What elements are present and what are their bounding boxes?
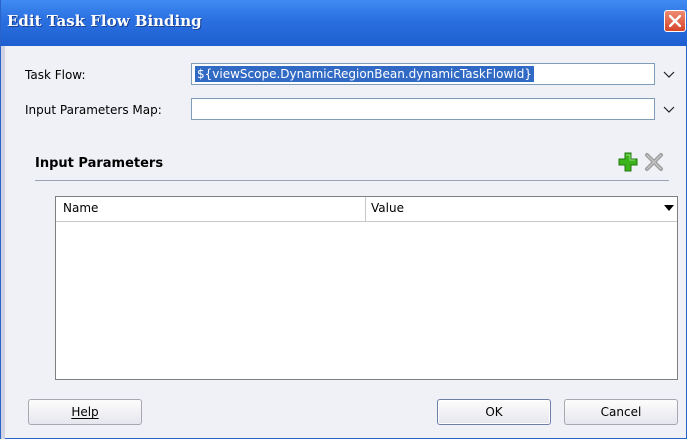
column-header-value[interactable]: Value bbox=[371, 201, 404, 215]
dialog-title: Edit Task Flow Binding bbox=[7, 12, 202, 30]
task-flow-label: Task Flow: bbox=[25, 68, 86, 82]
close-icon bbox=[669, 15, 681, 27]
input-parameters-map-label: Input Parameters Map: bbox=[25, 103, 162, 117]
edit-task-flow-binding-dialog: Edit Task Flow Binding Task Flow: ${view… bbox=[0, 0, 687, 439]
input-parameters-map-field[interactable] bbox=[191, 98, 655, 120]
task-flow-value: ${viewScope.DynamicRegionBean.dynamicTas… bbox=[195, 66, 535, 82]
task-flow-dropdown-chevron-icon[interactable] bbox=[663, 70, 675, 80]
ok-button[interactable]: OK bbox=[437, 399, 551, 425]
input-parameters-table[interactable]: Name Value bbox=[55, 196, 678, 380]
cancel-button[interactable]: Cancel bbox=[564, 399, 678, 425]
window-edge bbox=[1, 46, 5, 439]
column-separator[interactable] bbox=[365, 197, 366, 221]
section-divider bbox=[35, 180, 669, 181]
column-header-name[interactable]: Name bbox=[63, 201, 98, 215]
green-plus-icon bbox=[618, 152, 638, 172]
cancel-button-label: Cancel bbox=[600, 405, 642, 419]
help-button[interactable]: Help bbox=[28, 399, 142, 425]
delete-parameter-button[interactable] bbox=[644, 152, 664, 172]
gray-x-icon bbox=[645, 153, 663, 171]
input-parameters-map-dropdown-chevron-icon[interactable] bbox=[663, 105, 675, 115]
add-parameter-button[interactable] bbox=[618, 152, 638, 172]
close-button[interactable] bbox=[664, 10, 686, 32]
table-header: Name Value bbox=[56, 197, 677, 222]
title-bar[interactable]: Edit Task Flow Binding bbox=[1, 0, 687, 46]
input-parameters-heading: Input Parameters bbox=[35, 156, 164, 171]
help-button-label: Help bbox=[71, 405, 99, 419]
column-menu-arrow-icon[interactable] bbox=[664, 205, 674, 211]
ok-button-label: OK bbox=[485, 405, 503, 419]
task-flow-field[interactable]: ${viewScope.DynamicRegionBean.dynamicTas… bbox=[191, 63, 655, 85]
